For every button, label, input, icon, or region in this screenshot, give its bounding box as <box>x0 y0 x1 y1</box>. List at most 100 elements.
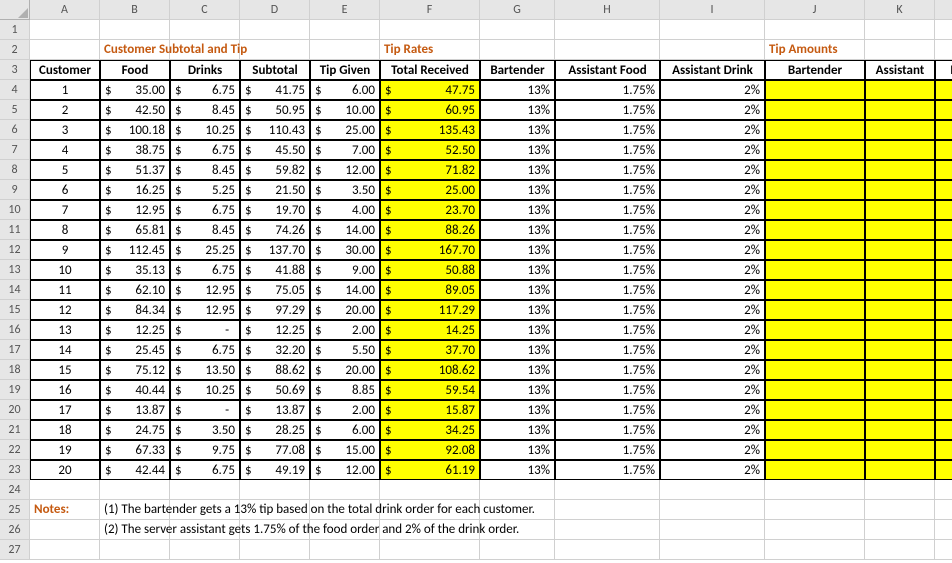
cell-assistant-amt[interactable] <box>865 80 935 100</box>
cell-assistant-amt[interactable] <box>865 160 935 180</box>
cell-bartender-amt[interactable] <box>765 200 865 220</box>
cell-total-received[interactable]: $25.00 <box>380 180 480 200</box>
row-header-9[interactable]: 9 <box>0 180 30 200</box>
cell[interactable] <box>30 520 100 540</box>
cell-bartender-rate[interactable]: 13% <box>480 380 555 400</box>
cell-bartender-rate[interactable]: 13% <box>480 80 555 100</box>
cell[interactable] <box>555 520 660 540</box>
cell-assistant-food-rate[interactable]: 1.75% <box>555 200 660 220</box>
cell-tip-given[interactable]: $2.00 <box>310 400 380 420</box>
cell-bartender-amt[interactable] <box>765 120 865 140</box>
cell-drinks[interactable]: $6.75 <box>170 460 240 480</box>
cell-food[interactable]: $65.81 <box>100 220 170 240</box>
cell[interactable] <box>660 20 765 40</box>
cell[interactable] <box>865 540 935 560</box>
cell-assistant-drink-rate[interactable]: 2% <box>660 100 765 120</box>
cell[interactable] <box>555 20 660 40</box>
cell[interactable] <box>30 20 100 40</box>
col-header-L[interactable]: L <box>935 0 952 20</box>
cell-subtotal[interactable]: $97.29 <box>240 300 310 320</box>
cell-subtotal[interactable]: $50.69 <box>240 380 310 400</box>
cell-assistant-amt[interactable] <box>865 200 935 220</box>
cell-customer[interactable]: 15 <box>30 360 100 380</box>
cell-food[interactable]: $42.44 <box>100 460 170 480</box>
cell-bartender-rate[interactable]: 13% <box>480 340 555 360</box>
row-header-23[interactable]: 23 <box>0 460 30 480</box>
cell-assistant-drink-rate[interactable]: 2% <box>660 260 765 280</box>
cell-assistant-drink-rate[interactable]: 2% <box>660 300 765 320</box>
cell-my-net-tip[interactable] <box>935 400 952 420</box>
cell-drinks[interactable]: $- <box>170 400 240 420</box>
cell-assistant-amt[interactable] <box>865 360 935 380</box>
cell-food[interactable]: $25.45 <box>100 340 170 360</box>
cell-my-net-tip[interactable] <box>935 120 952 140</box>
row-header-6[interactable]: 6 <box>0 120 30 140</box>
cell-my-net-tip[interactable] <box>935 240 952 260</box>
cell[interactable] <box>380 20 480 40</box>
cell-food[interactable]: $75.12 <box>100 360 170 380</box>
cell-tip-given[interactable]: $14.00 <box>310 220 380 240</box>
cell-food[interactable]: $12.25 <box>100 320 170 340</box>
cell-bartender-rate[interactable]: 13% <box>480 180 555 200</box>
cell-total-received[interactable]: $167.70 <box>380 240 480 260</box>
cell-total-received[interactable]: $60.95 <box>380 100 480 120</box>
cell-assistant-food-rate[interactable]: 1.75% <box>555 280 660 300</box>
cell-bartender-amt[interactable] <box>765 80 865 100</box>
cell-customer[interactable]: 7 <box>30 200 100 220</box>
cell-bartender-amt[interactable] <box>765 300 865 320</box>
cell-drinks[interactable]: $8.45 <box>170 100 240 120</box>
col-header-K[interactable]: K <box>865 0 935 20</box>
row-header-4[interactable]: 4 <box>0 80 30 100</box>
cell-food[interactable]: $67.33 <box>100 440 170 460</box>
cell-assistant-food-rate[interactable]: 1.75% <box>555 180 660 200</box>
cell-subtotal[interactable]: $49.19 <box>240 460 310 480</box>
cell-food[interactable]: $35.00 <box>100 80 170 100</box>
cell-bartender-rate[interactable]: 13% <box>480 400 555 420</box>
cell-bartender-rate[interactable]: 13% <box>480 240 555 260</box>
cell-drinks[interactable]: $9.75 <box>170 440 240 460</box>
cell[interactable] <box>100 540 170 560</box>
cell[interactable] <box>480 480 555 500</box>
cell-tip-given[interactable]: $20.00 <box>310 360 380 380</box>
cell-food[interactable]: $84.34 <box>100 300 170 320</box>
cell-assistant-drink-rate[interactable]: 2% <box>660 460 765 480</box>
col-header-C[interactable]: C <box>170 0 240 20</box>
cell-assistant-amt[interactable] <box>865 140 935 160</box>
cell[interactable] <box>765 20 865 40</box>
cell-my-net-tip[interactable] <box>935 460 952 480</box>
cell-tip-given[interactable]: $6.00 <box>310 80 380 100</box>
row-header-13[interactable]: 13 <box>0 260 30 280</box>
row-header-2[interactable]: 2 <box>0 40 30 60</box>
cell[interactable] <box>310 40 380 60</box>
col-header-B[interactable]: B <box>100 0 170 20</box>
cell-assistant-amt[interactable] <box>865 440 935 460</box>
cell-drinks[interactable]: $6.75 <box>170 140 240 160</box>
row-header-24[interactable]: 24 <box>0 480 30 500</box>
cell-bartender-amt[interactable] <box>765 460 865 480</box>
cell-drinks[interactable]: $6.75 <box>170 260 240 280</box>
cell-assistant-drink-rate[interactable]: 2% <box>660 160 765 180</box>
cell-bartender-rate[interactable]: 13% <box>480 440 555 460</box>
cell-total-received[interactable]: $108.62 <box>380 360 480 380</box>
cell-my-net-tip[interactable] <box>935 280 952 300</box>
row-header-14[interactable]: 14 <box>0 280 30 300</box>
cell-tip-given[interactable]: $25.00 <box>310 120 380 140</box>
cell-bartender-amt[interactable] <box>765 160 865 180</box>
col-header-J[interactable]: J <box>765 0 865 20</box>
cell-subtotal[interactable]: $137.70 <box>240 240 310 260</box>
cell[interactable] <box>380 480 480 500</box>
cell-bartender-amt[interactable] <box>765 240 865 260</box>
cell[interactable] <box>935 40 952 60</box>
cell-total-received[interactable]: $61.19 <box>380 460 480 480</box>
row-header-10[interactable]: 10 <box>0 200 30 220</box>
cell-assistant-drink-rate[interactable]: 2% <box>660 380 765 400</box>
cell[interactable] <box>660 540 765 560</box>
cell-drinks[interactable]: $8.45 <box>170 160 240 180</box>
cell-assistant-drink-rate[interactable]: 2% <box>660 200 765 220</box>
cell-bartender-amt[interactable] <box>765 140 865 160</box>
cell-drinks[interactable]: $- <box>170 320 240 340</box>
cell-tip-given[interactable]: $2.00 <box>310 320 380 340</box>
cell-bartender-rate[interactable]: 13% <box>480 280 555 300</box>
cell[interactable] <box>30 540 100 560</box>
spreadsheet-grid[interactable]: ABCDEFGHIJKL12Customer Subtotal and TipT… <box>0 0 952 560</box>
